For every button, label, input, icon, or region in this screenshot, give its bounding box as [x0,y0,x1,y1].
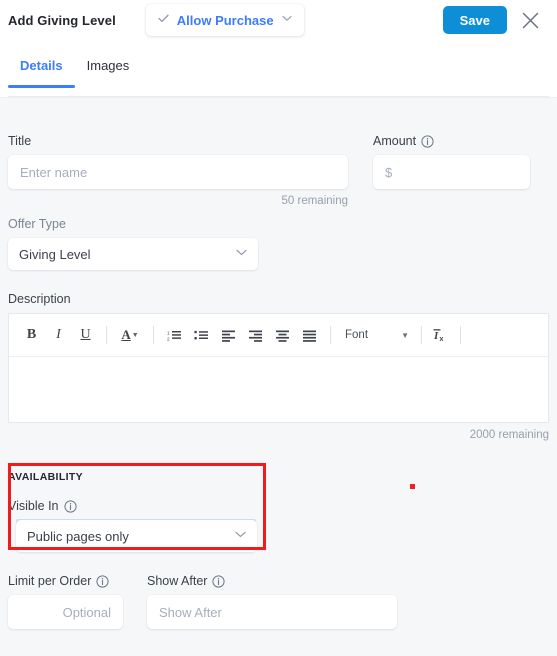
italic-button[interactable]: I [46,323,71,348]
visible-in-label-text: Visible In [8,499,59,513]
dialog-header: Add Giving Level Allow Purchase Save [0,0,557,40]
check-icon [158,14,169,26]
font-select[interactable]: Font ▼ [339,329,413,341]
title-input[interactable]: Enter name [8,155,348,189]
bold-button[interactable]: B [19,323,44,348]
text-color-label: A [121,327,131,342]
remove-format-icon[interactable]: I x [430,323,452,348]
chevron-down-icon [235,531,246,541]
visible-in-label: Visible In [8,499,549,513]
allow-purchase-dropdown[interactable]: Allow Purchase [145,4,304,36]
description-char-counter: 2000 remaining [469,429,549,441]
show-after-label-text: Show After [147,574,208,588]
svg-text:2: 2 [167,336,170,341]
info-icon[interactable] [212,574,226,588]
toolbar-divider [330,326,331,344]
limit-showafter-row: Limit per Order Optional Show After Show… [8,574,549,629]
amount-label: Amount [373,134,530,148]
svg-text:x: x [440,336,444,343]
svg-text:1: 1 [167,330,170,335]
toolbar-divider [421,326,422,344]
tab-images[interactable]: Images [75,40,142,88]
info-icon[interactable] [96,574,109,588]
font-label: Font [345,329,369,341]
description-group: Description B I U A ▼ 1 2 Font ▼ I x 200… [8,292,549,441]
tab-details[interactable]: Details [8,40,75,88]
offer-type-group: Offer Type Giving Level [8,217,549,270]
underline-label: U [80,327,91,342]
toolbar-divider [153,326,154,344]
align-left-icon[interactable] [216,323,241,348]
close-icon[interactable] [517,7,543,33]
caret-down-icon: ▼ [131,331,139,339]
show-after-placeholder: Show After [159,604,222,620]
align-right-icon[interactable] [243,323,268,348]
form-body: Title Enter name 50 remaining Amount $ O… [0,134,557,629]
italic-label: I [56,327,61,342]
show-after-label: Show After [147,574,397,588]
editor-toolbar: B I U A ▼ 1 2 Font ▼ I x [9,314,548,357]
chevron-down-icon [282,15,292,25]
allow-purchase-label: Allow Purchase [176,12,274,28]
align-center-icon[interactable] [270,323,295,348]
info-icon[interactable] [63,499,77,513]
show-after-input[interactable]: Show After [147,595,397,629]
offer-type-select[interactable]: Giving Level [8,238,258,270]
red-marker-dot [410,484,415,489]
svg-text:I: I [433,330,439,342]
offer-type-label: Offer Type [8,217,66,231]
limit-per-order-input[interactable]: Optional [8,595,123,629]
ordered-list-icon[interactable]: 1 2 [162,323,187,348]
visible-in-group: Visible In Public pages only [8,499,549,552]
toolbar-divider [106,326,107,344]
text-color-button[interactable]: A ▼ [115,323,145,348]
title-label: Title [8,134,32,148]
description-textarea[interactable] [9,357,548,422]
limit-per-order-label-text: Limit per Order [8,574,92,588]
title-amount-row: Title Enter name 50 remaining Amount $ [8,134,549,207]
bullet-list-icon[interactable] [189,323,214,348]
limit-per-order-placeholder: Optional [62,604,111,620]
amount-field-group: Amount $ [373,134,530,207]
save-button[interactable]: Save [442,6,507,34]
show-after-group: Show After Show After [147,574,397,629]
visible-in-select[interactable]: Public pages only [16,520,257,552]
amount-placeholder: $ [385,164,393,180]
page-title: Add Giving Level [8,12,116,28]
amount-label-text: Amount [373,134,417,148]
info-icon[interactable] [421,134,434,148]
underline-button[interactable]: U [73,323,98,348]
toolbar-divider [460,326,461,344]
offer-type-value: Giving Level [19,246,91,262]
caret-down-icon: ▼ [401,330,409,340]
availability-section: AVAILABILITY Visible In Public pages onl… [8,463,549,629]
title-char-counter: 50 remaining [281,195,348,207]
amount-input[interactable]: $ [373,155,530,189]
tab-bar: Details Images [0,40,557,98]
description-label: Description [8,292,71,306]
align-justify-icon[interactable] [297,323,322,348]
limit-per-order-group: Limit per Order Optional [8,574,123,629]
title-placeholder: Enter name [20,164,88,180]
bold-label: B [26,327,37,342]
availability-heading: AVAILABILITY [8,471,83,483]
title-field-group: Title Enter name 50 remaining [8,134,348,207]
rich-text-editor: B I U A ▼ 1 2 Font ▼ I x [8,313,549,423]
visible-in-value: Public pages only [27,528,129,544]
chevron-down-icon [236,249,247,259]
limit-per-order-label: Limit per Order [8,574,123,588]
